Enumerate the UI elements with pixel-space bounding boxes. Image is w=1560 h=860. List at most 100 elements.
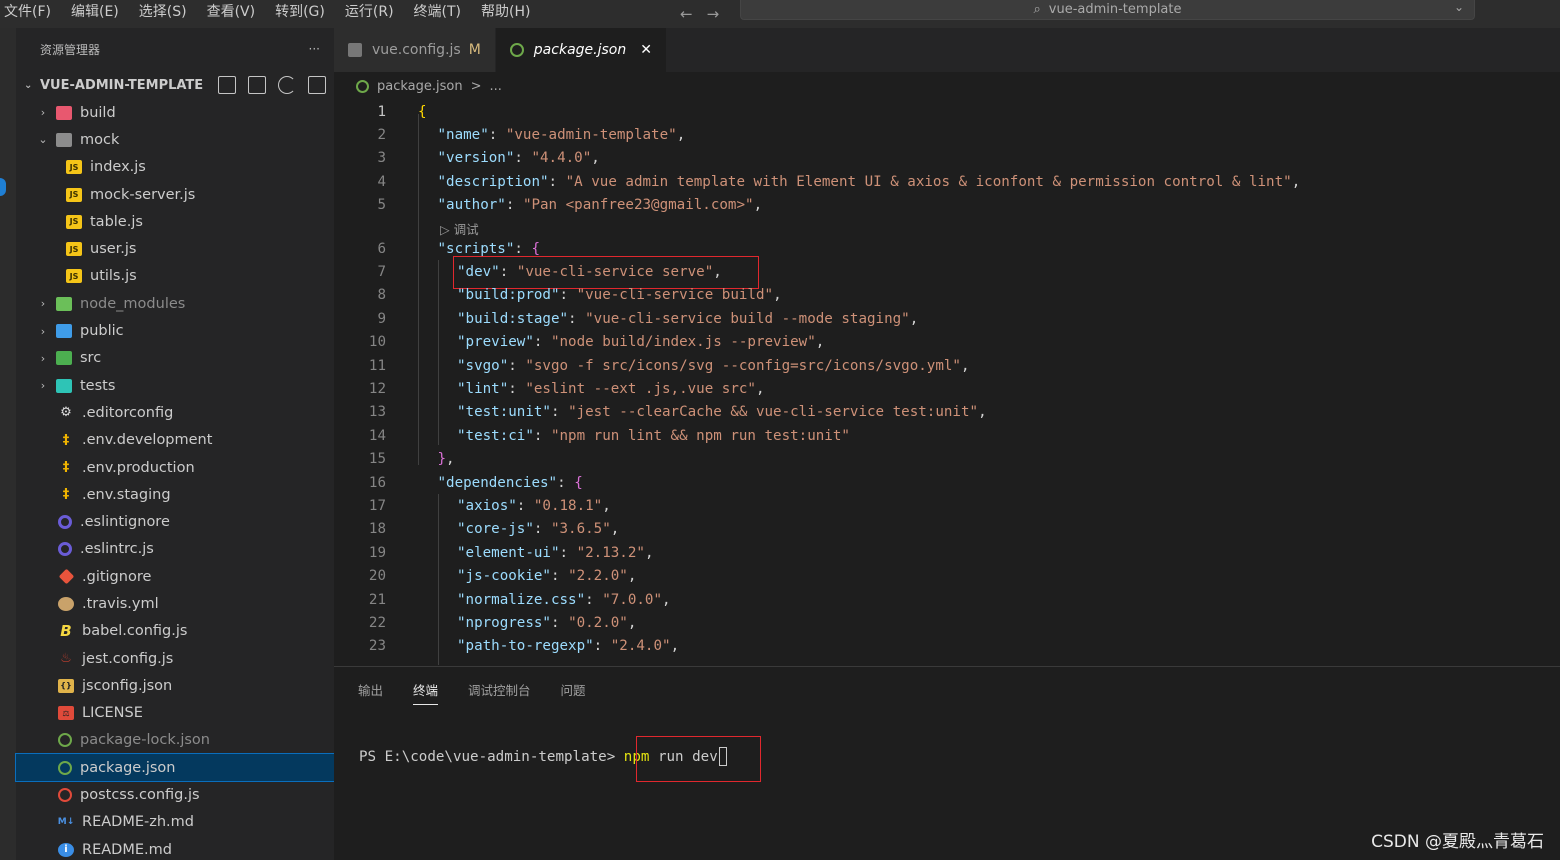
tree-file[interactable]: M↓ README-zh.md (16, 809, 334, 836)
gear-icon: ⚙ (60, 405, 72, 421)
code-line[interactable]: 2 "name": "vue-admin-template", (334, 123, 685, 146)
code-line[interactable]: 8 "build:prod": "vue-cli-service build", (334, 284, 781, 307)
more-actions-icon[interactable]: ··· (309, 42, 320, 56)
tree-folder[interactable]: › src (16, 345, 334, 372)
js-icon: JS (66, 242, 82, 257)
chevron-right-icon[interactable]: › (36, 379, 50, 392)
code-token: "eslint --ext .js,.vue src" (525, 380, 756, 397)
tree-file[interactable]: JS user.js (16, 235, 334, 262)
panel-tab[interactable]: 终端 (413, 667, 439, 711)
command-center-search[interactable]: ⌕ vue-admin-template ⌄ (740, 0, 1475, 20)
tab-vue-config[interactable]: vue.config.js M (334, 28, 496, 72)
project-root[interactable]: ⌄ VUE-ADMIN-TEMPLATE (16, 72, 334, 98)
menu-item[interactable]: 文件(F) (0, 0, 61, 28)
panel-tab[interactable]: 调试控制台 (468, 667, 531, 711)
code-line[interactable]: 1{ (334, 100, 426, 123)
tree-folder[interactable]: › node_modules (16, 290, 334, 317)
code-line[interactable]: 22 "nprogress": "0.2.0", (334, 611, 637, 634)
code-line[interactable]: 20 "js-cookie": "2.2.0", (334, 565, 637, 588)
menu-item[interactable]: 运行(R) (335, 0, 404, 28)
code-line[interactable]: 21 "normalize.css": "7.0.0", (334, 588, 671, 611)
tree-folder[interactable]: › tests (16, 372, 334, 399)
code-line[interactable]: 13 "test:unit": "jest --clearCache && vue… (334, 401, 987, 424)
code-token: "svgo" (457, 357, 509, 374)
chevron-right-icon[interactable]: › (36, 352, 50, 365)
tree-file[interactable]: JS mock-server.js (16, 181, 334, 208)
codelens-label[interactable]: ▷ 调试 (386, 219, 479, 238)
close-icon[interactable]: ✕ (640, 42, 652, 58)
code-line[interactable]: 11 "svgo": "svgo -f src/icons/svg --confi… (334, 354, 970, 377)
code-line[interactable]: 14 "test:ci": "npm run lint && npm run te… (334, 424, 850, 447)
new-file-icon[interactable] (218, 76, 236, 94)
panel-tab[interactable]: 问题 (561, 667, 586, 711)
chevron-down-icon[interactable]: ⌄ (1454, 0, 1464, 14)
code-token: "axios" (457, 497, 517, 514)
tree-file[interactable]: postcss.config.js (16, 781, 334, 808)
chevron-right-icon[interactable]: › (36, 106, 50, 119)
code-line[interactable]: 7 "dev": "vue-cli-service serve", (334, 260, 721, 283)
tree-file[interactable]: JS table.js (16, 208, 334, 235)
code-line[interactable]: 6 "scripts": { (334, 237, 540, 260)
tree-item-label: postcss.config.js (80, 787, 200, 804)
breadcrumb-more[interactable]: ... (490, 79, 502, 94)
code-line[interactable]: 5 "author": "Pan <panfree23@gmail.com>", (334, 194, 762, 217)
tree-file[interactable]: .gitignore (16, 563, 334, 590)
tree-file[interactable]: ‡ .env.staging (16, 481, 334, 508)
panel-tab[interactable]: 输出 (358, 667, 383, 711)
tree-file[interactable]: ‡ .env.development (16, 427, 334, 454)
menu-item[interactable]: 转到(G) (265, 0, 335, 28)
tree-folder[interactable]: › public (16, 317, 334, 344)
code-line[interactable]: 3 "version": "4.4.0", (334, 147, 599, 170)
tree-file[interactable]: Bbabel.config.js (16, 618, 334, 645)
refresh-icon[interactable] (278, 76, 296, 94)
menu-item[interactable]: 帮助(H) (471, 0, 540, 28)
code-editor[interactable]: 1{2 "name": "vue-admin-template", 3 "versio… (334, 100, 1560, 665)
tree-file[interactable]: package.json (15, 753, 335, 783)
code-token: : (593, 638, 611, 655)
code-line[interactable]: 10 "preview": "node build/index.js --prev… (334, 331, 824, 354)
tree-file[interactable]: .travis.yml (16, 590, 334, 617)
menu-item[interactable]: 终端(T) (404, 0, 471, 28)
collapse-all-icon[interactable] (308, 76, 326, 94)
breadcrumb-file[interactable]: package.json (377, 79, 463, 94)
chevron-right-icon[interactable]: › (36, 297, 50, 310)
tree-folder[interactable]: ⌄ mock (16, 126, 334, 153)
line-number: 18 (368, 521, 386, 538)
code-line[interactable]: 15}, (334, 448, 455, 471)
code-line[interactable]: 12 "lint": "eslint --ext .js,.vue src", (334, 377, 765, 400)
code-line[interactable]: 4 "description": "A vue admin template wi… (334, 170, 1300, 193)
tree-file[interactable]: JS utils.js (16, 263, 334, 290)
code-line[interactable]: 18 "core-js": "3.6.5", (334, 518, 619, 541)
chevron-right-icon[interactable]: › (36, 325, 50, 338)
code-line[interactable]: 17 "axios": "0.18.1", (334, 494, 611, 517)
code-line[interactable]: 16 "dependencies": { (334, 471, 583, 494)
code-line[interactable]: 19 "element-ui": "2.13.2", (334, 541, 654, 564)
tree-file[interactable]: package-lock.json (16, 727, 334, 754)
code-line[interactable]: 23 "path-to-regexp": "2.4.0", (334, 635, 679, 658)
new-folder-icon[interactable] (248, 76, 266, 94)
tree-file[interactable]: ♨ jest.config.js (16, 645, 334, 672)
tree-file[interactable]: JS index.js (16, 154, 334, 181)
tree-file[interactable]: {} jsconfig.json (16, 672, 334, 699)
tree-item-label: .editorconfig (82, 404, 174, 421)
tree-file[interactable]: ⚙ .editorconfig (16, 399, 334, 426)
tree-folder[interactable]: › build (16, 99, 334, 126)
back-arrow-icon[interactable]: ← (680, 5, 693, 23)
eslint-icon (58, 515, 72, 530)
menu-item[interactable]: 选择(S) (129, 0, 197, 28)
command-highlight (636, 736, 761, 782)
tree-file[interactable]: .eslintrc.js (16, 536, 334, 563)
tree-file[interactable]: ‡ .env.production (16, 454, 334, 481)
code-line[interactable]: 9 "build:stage": "vue-cli-service build -… (334, 307, 918, 330)
chevron-down-icon[interactable]: ⌄ (36, 133, 50, 146)
menu-item[interactable]: 查看(V) (197, 0, 266, 28)
code-token: "3.6.5" (550, 521, 611, 538)
forward-arrow-icon[interactable]: → (707, 5, 720, 23)
tree-item-label: public (80, 323, 124, 340)
menu-item[interactable]: 编辑(E) (61, 0, 129, 28)
tab-package-json[interactable]: package.json ✕ (495, 28, 667, 72)
tree-file[interactable]: .eslintignore (16, 508, 334, 535)
tree-file[interactable]: ⚖ LICENSE (16, 700, 334, 727)
tree-file[interactable]: i README.md (16, 836, 334, 860)
chevron-down-icon[interactable]: ⌄ (24, 80, 40, 91)
